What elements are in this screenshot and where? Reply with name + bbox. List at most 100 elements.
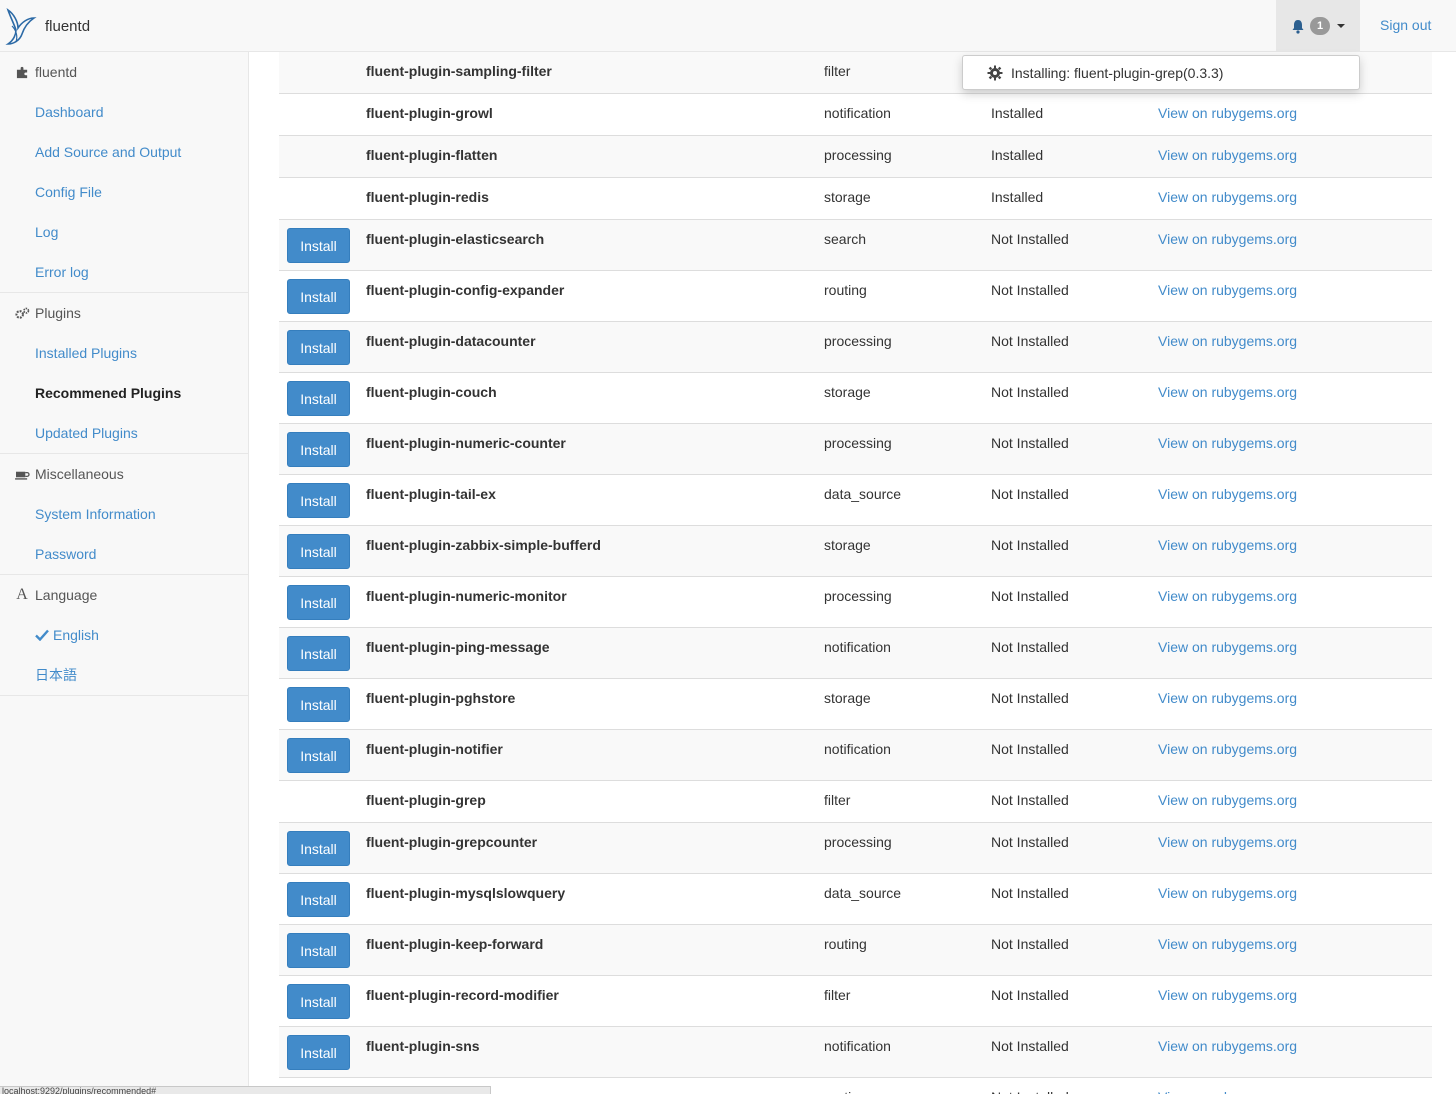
plugin-status: Not Installed <box>991 936 1069 952</box>
notification-text[interactable]: Installing: fluent-plugin-grep(0.3.3) <box>1011 65 1223 81</box>
bell-icon <box>1292 19 1304 34</box>
rubygems-link[interactable]: View on rubygems.org <box>1158 333 1297 349</box>
install-button[interactable]: Install <box>287 330 350 365</box>
sidebar-item-english[interactable]: English <box>0 615 248 655</box>
install-button[interactable]: Install <box>287 687 350 722</box>
rubygems-link[interactable]: View on rubygems.org <box>1158 231 1297 247</box>
sidebar-item-system-information[interactable]: System Information <box>0 494 248 534</box>
rubygems-link[interactable]: View on rubygems.org <box>1158 1038 1297 1054</box>
sidebar-header-label: fluentd <box>35 64 78 80</box>
notification-count-badge: 1 <box>1310 17 1330 35</box>
table-row: fluent-plugin-redis storage Installed View … <box>279 178 1432 220</box>
plugin-status: Installed <box>991 147 1044 163</box>
plugin-status: Not Installed <box>991 537 1069 553</box>
table-row: Install fluent-plugin-zabbix-simple-buffe… <box>279 526 1432 577</box>
rubygems-link[interactable]: View on rubygems.org <box>1158 282 1297 298</box>
rubygems-link[interactable]: View on rubygems.org <box>1158 639 1297 655</box>
notification-dropdown: Installing: fluent-plugin-grep(0.3.3) <box>962 55 1360 90</box>
plugin-name: fluent-plugin-keep-forward <box>366 936 544 952</box>
install-button[interactable]: Install <box>287 636 350 671</box>
plugin-name: fluent-plugin-flatten <box>366 147 498 163</box>
rubygems-link[interactable]: View on rubygems.org <box>1158 537 1297 553</box>
rubygems-link[interactable]: View on rubygems.org <box>1158 384 1297 400</box>
puzzle-icon <box>14 65 30 79</box>
font-icon: A <box>16 586 28 603</box>
rubygems-link[interactable]: View on rubygems.org <box>1158 435 1297 451</box>
install-button[interactable]: Install <box>287 534 350 569</box>
plugin-status: Not Installed <box>991 741 1069 757</box>
install-button[interactable]: Install <box>287 228 350 263</box>
table-row: fluent-plugin-grep filter Not Installed Vie… <box>279 781 1432 823</box>
sidebar-item-log[interactable]: Log <box>0 212 248 252</box>
install-button[interactable]: Install <box>287 933 350 968</box>
sidebar-section-language: A Language English 日本語 <box>0 575 248 696</box>
install-button[interactable]: Install <box>287 585 350 620</box>
rubygems-link[interactable]: View on rubygems.org <box>1158 1089 1297 1094</box>
plugin-category: storage <box>824 189 871 205</box>
check-icon <box>35 629 49 641</box>
sidebar-item-password[interactable]: Password <box>0 534 248 574</box>
top-navbar: fluentd 1 Sign out <box>0 0 1456 52</box>
plugin-name: fluent-plugin-sns <box>366 1038 480 1054</box>
plugin-status: Not Installed <box>991 588 1069 604</box>
rubygems-link[interactable]: View on rubygems.org <box>1158 792 1297 808</box>
table-row: Install fluent-plugin-numeric-monitor proc… <box>279 577 1432 628</box>
plugin-category: notification <box>824 105 891 121</box>
plugin-name: fluent-plugin-config-expander <box>366 282 565 298</box>
table-row: Install fluent-plugin-notifier notificatio… <box>279 730 1432 781</box>
plugins-table: fluent-plugin-sampling-filter filter fluen… <box>279 52 1432 1094</box>
sidebar-header-misc: Miscellaneous <box>0 454 248 494</box>
install-button[interactable]: Install <box>287 831 350 866</box>
plugin-category: filter <box>824 987 851 1003</box>
table-row: Install fluent-plugin-record-modifier filt… <box>279 976 1432 1027</box>
install-button[interactable]: Install <box>287 432 350 467</box>
sidebar-item-updated-plugins[interactable]: Updated Plugins <box>0 413 248 453</box>
install-button[interactable]: Install <box>287 279 350 314</box>
sidebar-header-fluentd: fluentd <box>0 52 248 92</box>
sidebar-item-recommended-plugins[interactable]: Recommened Plugins <box>0 373 248 413</box>
rubygems-link[interactable]: View on rubygems.org <box>1158 189 1297 205</box>
rubygems-link[interactable]: View on rubygems.org <box>1158 987 1297 1003</box>
sidebar-item-config-file[interactable]: Config File <box>0 172 248 212</box>
plugin-category: processing <box>824 588 892 604</box>
brand-link[interactable]: fluentd <box>4 4 90 48</box>
rubygems-link[interactable]: View on rubygems.org <box>1158 486 1297 502</box>
sidebar-header-label: Language <box>35 587 98 603</box>
rubygems-link[interactable]: View on rubygems.org <box>1158 147 1297 163</box>
sidebar-item-dashboard[interactable]: Dashboard <box>0 92 248 132</box>
plugin-status: Not Installed <box>991 384 1069 400</box>
install-button[interactable]: Install <box>287 381 350 416</box>
rubygems-link[interactable]: View on rubygems.org <box>1158 690 1297 706</box>
table-row: Install fluent-plugin-grepcounter processi… <box>279 823 1432 874</box>
install-button[interactable]: Install <box>287 483 350 518</box>
install-button[interactable]: Install <box>287 984 350 1019</box>
sidebar-item-error-log[interactable]: Error log <box>0 252 248 292</box>
gear-icon <box>987 65 1003 80</box>
plugin-name: fluent-plugin-couch <box>366 384 497 400</box>
sidebar-item-japanese[interactable]: 日本語 <box>0 655 248 695</box>
rubygems-link[interactable]: View on rubygems.org <box>1158 741 1297 757</box>
install-button[interactable]: Install <box>287 1035 350 1070</box>
install-button[interactable]: Install <box>287 882 350 917</box>
table-row: Install fluent-plugin-sns notification Not … <box>279 1027 1432 1078</box>
plugin-name: fluent-plugin-pghstore <box>366 690 516 706</box>
rubygems-link[interactable]: View on rubygems.org <box>1158 834 1297 850</box>
browser-status-bar: localhost:9292/plugins/recommended# <box>0 1086 491 1094</box>
rubygems-link[interactable]: View on rubygems.org <box>1158 936 1297 952</box>
plugin-status: Installed <box>991 105 1044 121</box>
table-row: fluent-plugin-flatten processing Installed… <box>279 136 1432 178</box>
plugin-name: fluent-plugin-numeric-counter <box>366 435 566 451</box>
rubygems-link[interactable]: View on rubygems.org <box>1158 105 1297 121</box>
sidebar-item-add-source-output[interactable]: Add Source and Output <box>0 132 248 172</box>
rubygems-link[interactable]: View on rubygems.org <box>1158 588 1297 604</box>
plugin-status: Not Installed <box>991 435 1069 451</box>
install-button[interactable]: Install <box>287 738 350 773</box>
notification-toggle[interactable]: 1 <box>1276 0 1360 52</box>
sidebar-item-installed-plugins[interactable]: Installed Plugins <box>0 333 248 373</box>
rubygems-link[interactable]: View on rubygems.org <box>1158 885 1297 901</box>
sign-out-link[interactable]: Sign out <box>1380 17 1431 33</box>
sidebar-section-fluentd: fluentd Dashboard Add Source and Output … <box>0 52 248 293</box>
plugin-status: Installed <box>991 189 1044 205</box>
plugin-status: Not Installed <box>991 282 1069 298</box>
plugin-category: storage <box>824 384 871 400</box>
